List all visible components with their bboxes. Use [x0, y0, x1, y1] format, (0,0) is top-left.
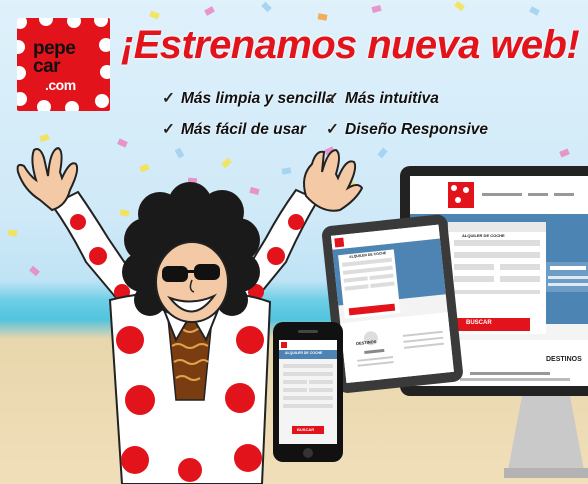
promo-banner: pepe car .com ¡Estrenamos nueva web! ✓ Má… [0, 0, 588, 484]
mascot-svg [16, 146, 364, 484]
